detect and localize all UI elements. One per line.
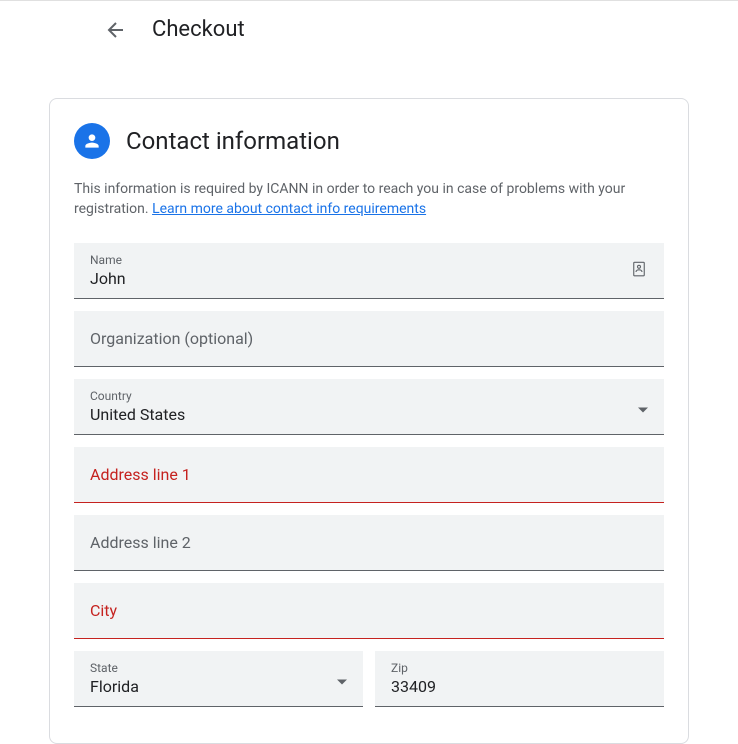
contact-icon-circle <box>74 123 110 159</box>
state-value: Florida <box>90 677 347 696</box>
address1-placeholder: Address line 1 <box>90 465 648 484</box>
name-input[interactable] <box>90 269 648 288</box>
organization-placeholder: Organization (optional) <box>90 329 648 348</box>
address2-field[interactable]: Address line 2 <box>74 515 664 571</box>
zip-input[interactable] <box>391 677 648 696</box>
address1-field[interactable]: Address line 1 <box>74 447 664 503</box>
header: Checkout <box>0 0 738 58</box>
name-field[interactable]: Name <box>74 243 664 299</box>
person-icon <box>82 131 102 151</box>
city-placeholder: City <box>90 601 648 620</box>
section-header: Contact information <box>74 123 664 159</box>
name-label: Name <box>90 253 648 267</box>
city-field[interactable]: City <box>74 583 664 639</box>
country-label: Country <box>90 389 648 403</box>
checkout-card: Contact information This information is … <box>49 98 689 744</box>
organization-field[interactable]: Organization (optional) <box>74 311 664 367</box>
learn-more-link[interactable]: Learn more about contact info requiremen… <box>152 201 426 217</box>
arrow-left-icon <box>104 18 128 42</box>
country-value: United States <box>90 405 648 424</box>
info-text: This information is required by ICANN in… <box>74 179 664 219</box>
state-field[interactable]: State Florida <box>74 651 363 707</box>
zip-field[interactable]: Zip <box>375 651 664 707</box>
back-button[interactable] <box>104 18 128 42</box>
state-label: State <box>90 661 347 675</box>
zip-label: Zip <box>391 661 648 675</box>
state-zip-row: State Florida Zip <box>74 651 664 719</box>
page-title: Checkout <box>152 17 245 42</box>
address2-placeholder: Address line 2 <box>90 533 648 552</box>
country-field[interactable]: Country United States <box>74 379 664 435</box>
section-title: Contact information <box>126 127 340 155</box>
contact-card-icon <box>630 260 648 282</box>
